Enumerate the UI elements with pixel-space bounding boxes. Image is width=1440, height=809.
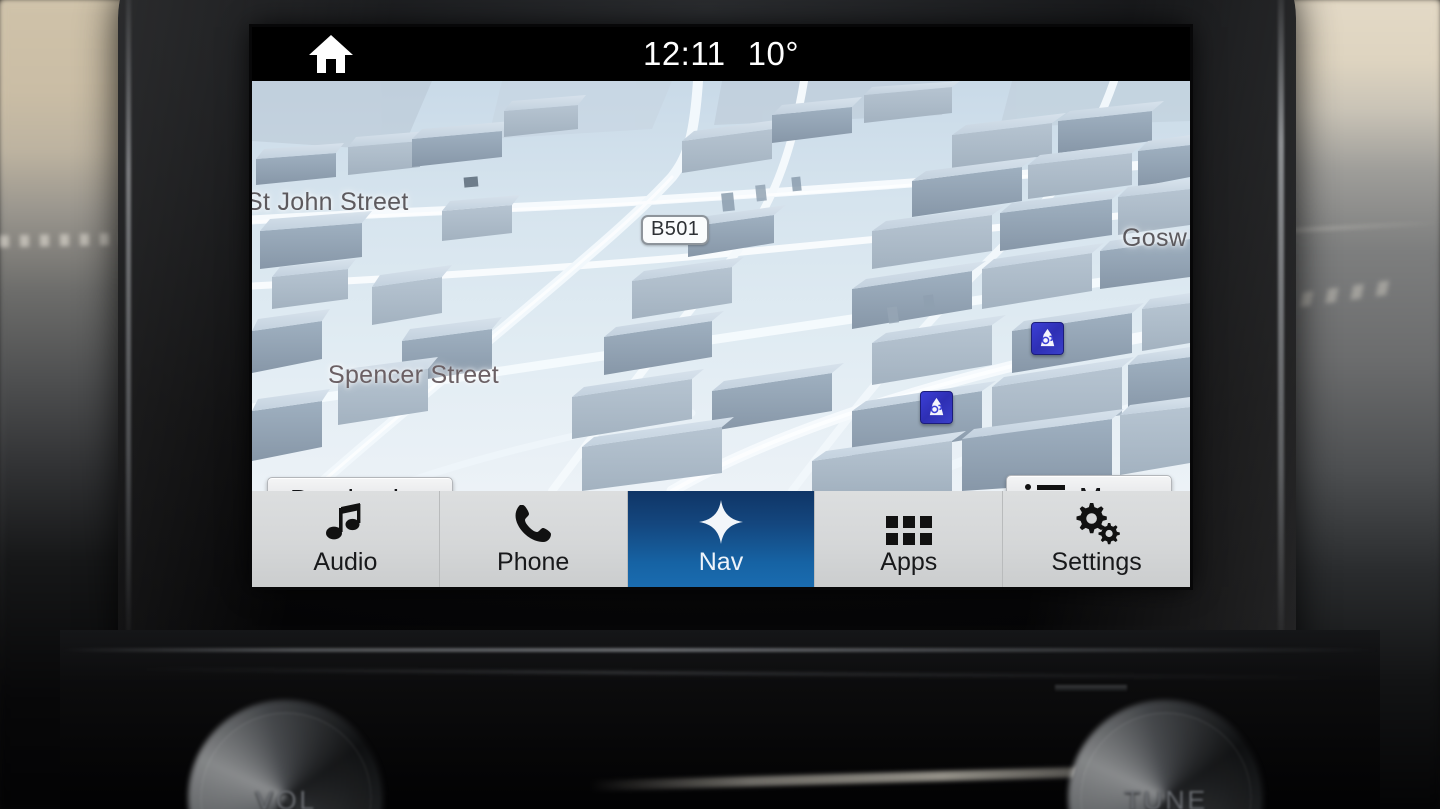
tab-nav[interactable]: Nav	[627, 491, 816, 587]
map-canvas	[252, 81, 1190, 491]
street-label-st-john: St John Street	[252, 188, 409, 216]
poi-marker-2[interactable]	[920, 391, 953, 424]
outside-temperature: 10°	[747, 35, 800, 72]
main-tab-bar: Audio Phone Nav Apps Settings	[252, 491, 1190, 587]
home-icon	[309, 35, 353, 73]
destination-button[interactable]: Destination	[267, 477, 454, 491]
vol-knob-label: VOL	[255, 785, 317, 809]
tab-phone[interactable]: Phone	[439, 491, 628, 587]
status-center: 12:11 10°	[643, 35, 799, 73]
head-unit-right-highlight	[1278, 0, 1284, 660]
tab-phone-label: Phone	[497, 548, 570, 576]
phone-handset-icon	[512, 501, 554, 545]
theatre-poi-icon	[1040, 328, 1055, 347]
tab-apps[interactable]: Apps	[815, 491, 1004, 587]
tune-knob-label: TUNE	[1124, 785, 1208, 809]
console-seam-upper	[60, 648, 1380, 652]
destination-button-label: Destination	[290, 484, 430, 491]
street-label-goswell: Gosw	[1122, 224, 1188, 252]
tab-audio[interactable]: Audio	[252, 491, 440, 587]
vol-knob[interactable]: VOL ⏻	[200, 712, 372, 809]
list-menu-icon	[1024, 484, 1065, 491]
road-shield-b501: B501	[641, 215, 710, 245]
menu-button-label: Menu	[1079, 482, 1149, 491]
head-unit-left-highlight	[126, 0, 131, 660]
car-infotainment-scene: VOL ⏻ TUNE 12:11 10°	[0, 0, 1440, 809]
console-vent-slot	[1055, 685, 1127, 691]
clock-time: 12:11	[642, 35, 726, 72]
gears-icon	[1073, 501, 1121, 545]
tab-settings-label: Settings	[1051, 548, 1142, 576]
street-label-spencer: Spencer Street	[328, 361, 499, 389]
home-button[interactable]	[304, 32, 358, 76]
theatre-poi-icon	[929, 397, 944, 416]
poi-marker-1[interactable]	[1031, 322, 1064, 355]
compass-star-icon	[698, 500, 744, 545]
menu-button[interactable]: Menu	[1005, 475, 1172, 491]
touchscreen-display[interactable]: 12:11 10° St John Street Spencer Street …	[252, 27, 1190, 587]
music-note-icon	[323, 501, 367, 545]
status-bar: 12:11 10°	[252, 27, 1190, 81]
tab-apps-label: Apps	[880, 548, 938, 576]
tab-settings[interactable]: Settings	[1003, 491, 1190, 587]
tab-nav-label: Nav	[698, 548, 744, 576]
tune-knob[interactable]: TUNE	[1080, 712, 1252, 809]
grid-apps-icon	[885, 501, 932, 545]
map-view[interactable]: St John Street Spencer Street Gosw B501	[252, 81, 1190, 491]
tab-audio-label: Audio	[313, 548, 378, 576]
